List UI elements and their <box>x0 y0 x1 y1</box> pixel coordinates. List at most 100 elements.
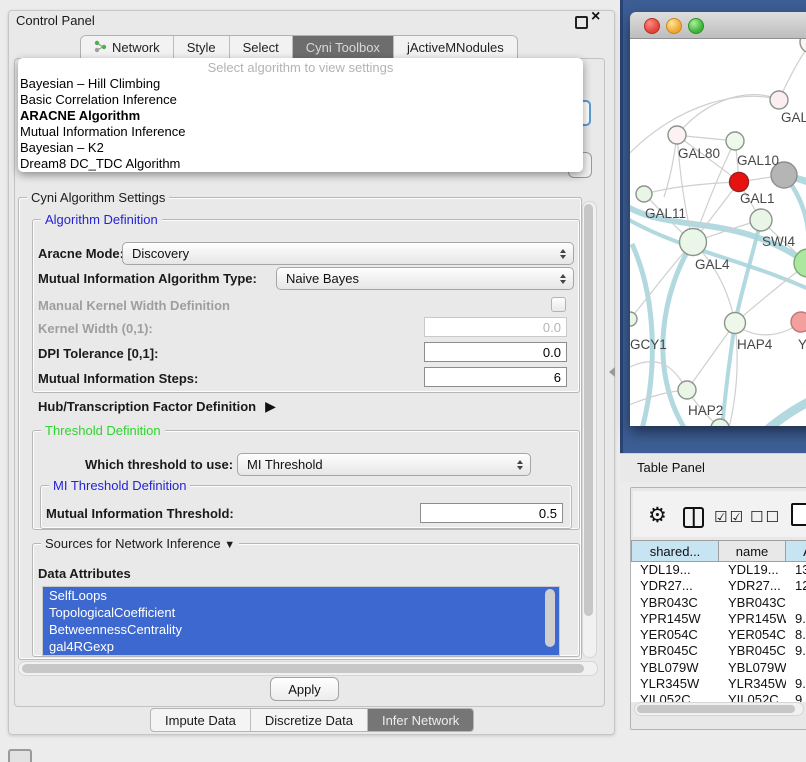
algorithm-option[interactable]: Mutual Information Inference <box>18 124 583 140</box>
tab-impute-data[interactable]: Impute Data <box>151 709 251 731</box>
hub-definition-expander[interactable]: Hub/Transcription Factor Definition ▶ <box>38 398 276 415</box>
minimized-panel-icon[interactable] <box>8 749 32 762</box>
table-cell: 13 <box>786 562 806 578</box>
close-icon[interactable]: × <box>591 8 600 26</box>
gear-icon[interactable]: ⚙ <box>648 503 667 528</box>
document-icon[interactable] <box>791 503 806 526</box>
unchecked-pair-icon[interactable]: ☐☐ <box>750 508 781 526</box>
attribute-item[interactable]: BetweennessCentrality <box>43 621 559 638</box>
network-node[interactable] <box>730 173 749 192</box>
attribute-item[interactable]: SelfLoops <box>43 587 559 604</box>
network-edge[interactable] <box>632 244 652 426</box>
table-row[interactable]: YER054CYER054C8. <box>631 627 806 643</box>
network-window[interactable]: GALGAL80GAL10GAL1GAL11GAL4SWI4GCY1HAP4YH… <box>630 12 806 426</box>
threshold-definition-title: Threshold Definition <box>41 423 165 438</box>
zoom-traffic-light-icon[interactable] <box>688 18 704 34</box>
network-node[interactable] <box>770 91 788 109</box>
data-attributes-list[interactable]: SelfLoopsTopologicalCoefficientBetweenne… <box>42 586 560 656</box>
mi-steps-field[interactable] <box>424 367 567 387</box>
algorithm-option[interactable]: ARACNE Algorithm <box>18 108 583 124</box>
table-cell: YLR345W <box>719 676 786 692</box>
network-node[interactable] <box>750 209 772 231</box>
network-node-label: GCY1 <box>630 337 667 352</box>
apply-button[interactable]: Apply <box>270 677 339 701</box>
algorithm-option[interactable]: Dream8 DC_TDC Algorithm <box>18 156 583 172</box>
settings-hscroll-thumb[interactable] <box>22 664 584 673</box>
table-row[interactable]: YLR345WYLR345W9. <box>631 676 806 692</box>
tab-style[interactable]: Style <box>174 36 230 59</box>
close-traffic-light-icon[interactable] <box>644 18 660 34</box>
table-row[interactable]: YIL052CYIL052C9. <box>631 692 806 702</box>
tab-network[interactable]: Network <box>81 36 174 59</box>
network-graph: GALGAL80GAL10GAL1GAL11GAL4SWI4GCY1HAP4YH… <box>630 39 806 426</box>
float-window-icon[interactable] <box>575 16 588 29</box>
attribute-item[interactable]: gal4RGexp <box>43 638 559 655</box>
network-node[interactable] <box>791 312 806 332</box>
minimize-traffic-light-icon[interactable] <box>666 18 682 34</box>
collapse-down-icon[interactable]: ▼ <box>224 539 235 551</box>
tab-cyni-toolbox[interactable]: Cyni Toolbox <box>293 36 394 59</box>
settings-vertical-scrollbar[interactable] <box>582 201 597 658</box>
mi-algo-type-combo[interactable]: Naive Bayes <box>276 267 574 290</box>
table-hscroll-thumb[interactable] <box>637 705 795 713</box>
manual-kernel-checkbox[interactable] <box>551 297 566 312</box>
algorithm-definition-title: Algorithm Definition <box>41 212 162 227</box>
network-node[interactable] <box>726 132 744 150</box>
table-row[interactable]: YPR145WYPR145W9. <box>631 611 806 627</box>
table-row[interactable]: YDR27...YDR27...12 <box>631 578 806 594</box>
table-row[interactable]: YBR043CYBR043C <box>631 595 806 611</box>
splitter-collapse-icon[interactable] <box>609 367 615 377</box>
network-canvas[interactable]: GALGAL80GAL10GAL1GAL11GAL4SWI4GCY1HAP4YH… <box>630 39 806 426</box>
network-node-label: HAP4 <box>737 337 773 352</box>
which-threshold-combo[interactable]: MI Threshold <box>237 453 531 476</box>
table-row[interactable]: YBR045CYBR045C9. <box>631 643 806 659</box>
network-edge[interactable] <box>630 242 693 319</box>
network-node[interactable] <box>800 39 806 53</box>
kernel-width-label: Kernel Width (0,1): <box>38 321 153 336</box>
settings-vscroll-thumb[interactable] <box>584 204 593 616</box>
checked-pair-icon[interactable]: ☑☑ <box>714 508 745 526</box>
column-header-shared-name[interactable]: shared... <box>631 540 719 562</box>
network-node[interactable] <box>636 186 652 202</box>
network-node[interactable] <box>668 126 686 144</box>
algorithm-option[interactable]: Bayesian – Hill Climbing <box>18 76 583 92</box>
algorithm-option[interactable]: Bayesian – K2 <box>18 140 583 156</box>
table-row[interactable]: YBL079WYBL079W <box>631 660 806 676</box>
network-node-label: SWI4 <box>762 234 795 249</box>
attribute-item[interactable]: TopologicalCoefficient <box>43 604 559 621</box>
attributes-list-scrollbar[interactable] <box>545 589 555 647</box>
network-node-label: GAL1 <box>740 191 775 206</box>
network-node[interactable] <box>630 312 637 326</box>
table-cell: YBR043C <box>631 595 719 611</box>
table-row[interactable]: YDL19...YDL19...13 <box>631 562 806 578</box>
tab-infer-network[interactable]: Infer Network <box>368 709 473 731</box>
network-node[interactable] <box>678 381 696 399</box>
network-edge[interactable] <box>768 389 806 426</box>
mi-steps-label: Mutual Information Steps: <box>38 371 198 386</box>
tab-select[interactable]: Select <box>230 36 293 59</box>
mi-threshold-field[interactable] <box>420 503 563 523</box>
tab-discretize-data[interactable]: Discretize Data <box>251 709 368 731</box>
algorithm-option[interactable]: Basic Correlation Inference <box>18 92 583 108</box>
network-node-label: GAL80 <box>678 146 720 161</box>
network-edge[interactable] <box>644 182 739 194</box>
mi-algo-type-value: Naive Bayes <box>286 271 359 286</box>
network-node[interactable] <box>725 313 746 334</box>
network-edge[interactable] <box>677 95 779 135</box>
combo-arrows-icon <box>517 460 523 470</box>
kernel-width-field[interactable] <box>424 317 567 337</box>
network-window-titlebar[interactable] <box>630 12 806 39</box>
table-horizontal-scrollbar[interactable] <box>634 702 804 716</box>
network-node-label: GAL4 <box>695 257 730 272</box>
column-header-name[interactable]: name <box>719 540 786 562</box>
network-node[interactable] <box>711 419 729 426</box>
aracne-mode-combo[interactable]: Discovery <box>122 242 574 265</box>
settings-horizontal-scrollbar[interactable] <box>18 661 598 676</box>
network-node[interactable] <box>680 229 707 256</box>
tab-jactivemnodules[interactable]: jActiveMNodules <box>394 36 517 59</box>
dpi-tolerance-field[interactable] <box>424 342 567 362</box>
column-header-partial[interactable]: A <box>786 540 806 562</box>
table-cell: YIL052C <box>631 692 719 702</box>
dpi-tolerance-label: DPI Tolerance [0,1]: <box>38 346 158 361</box>
columns-icon[interactable] <box>683 507 704 528</box>
